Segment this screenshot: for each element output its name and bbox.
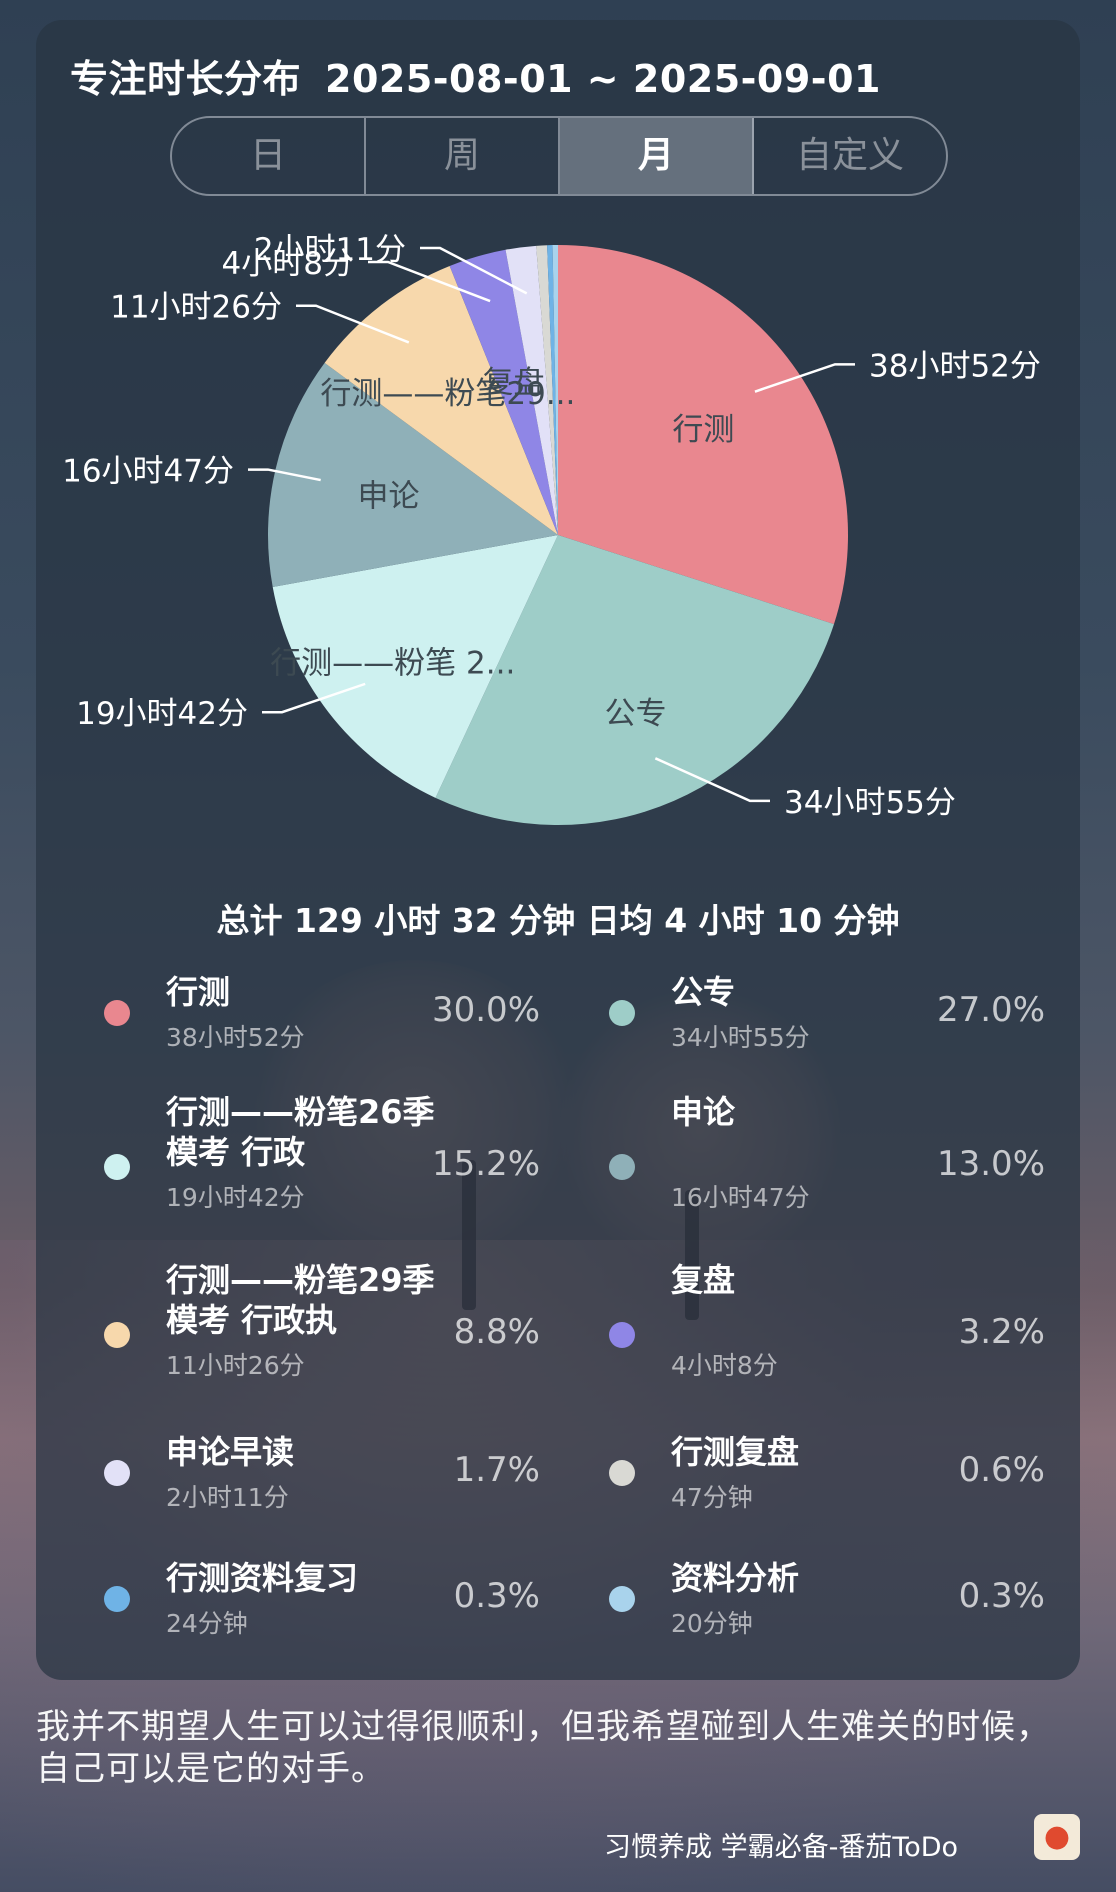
- legend-color-dot: [104, 1586, 130, 1612]
- legend-percent: 0.3%: [453, 1576, 540, 1616]
- footer-text: 习惯养成 学霸必备-番茄ToDo: [604, 1832, 959, 1863]
- legend-name: 申论早读: [166, 1433, 295, 1471]
- legend-name: 行测复盘: [671, 1433, 800, 1471]
- legend-name: 资料分析: [671, 1559, 800, 1597]
- legend-duration: 16小时47分: [671, 1183, 810, 1212]
- pie-chart: 行测公专行测——粉笔 2...申论行测——粉笔29...复盘 38小时52分34小…: [62, 232, 1041, 825]
- legend-percent: 1.7%: [453, 1450, 540, 1490]
- legend-name: 行测: [166, 973, 231, 1011]
- legend-item[interactable]: 行测复盘 47分钟 0.6%: [609, 1432, 1045, 1552]
- legend-duration: 19小时42分: [166, 1183, 305, 1212]
- legend-duration: 47分钟: [671, 1483, 753, 1512]
- legend-percent: 30.0%: [431, 990, 540, 1030]
- callout-label-2: 19小时42分: [76, 696, 248, 732]
- legend-duration: 4小时8分: [671, 1351, 778, 1380]
- legend-duration: 24分钟: [166, 1609, 248, 1638]
- legend-name: 行测资料复习: [166, 1559, 359, 1597]
- legend-color-dot: [609, 1322, 635, 1348]
- pie-slice-label-0: 行测: [672, 412, 734, 448]
- legend-color-dot: [609, 1460, 635, 1486]
- pie-slice-label-1: 公专: [605, 696, 667, 732]
- legend-name: 复盘: [671, 1261, 736, 1299]
- legend-percent: 15.2%: [431, 1144, 540, 1184]
- legend-duration: 38小时52分: [166, 1023, 305, 1052]
- legend-item[interactable]: 资料分析 20分钟 0.3%: [609, 1558, 1045, 1678]
- legend-item[interactable]: 复盘 4小时8分 3.2%: [609, 1261, 1045, 1388]
- legend-duration: 20分钟: [671, 1609, 753, 1638]
- pie-slice-label-3: 申论: [357, 479, 419, 515]
- pie-slice-label-5: 复盘: [483, 365, 545, 401]
- legend-percent: 13.0%: [936, 1144, 1045, 1184]
- callout-label-3: 16小时47分: [62, 454, 234, 490]
- legend-duration: 34小时55分: [671, 1023, 810, 1052]
- legend-percent: 3.2%: [958, 1312, 1045, 1352]
- legend-name: 行测——粉笔26季模考 行政: [166, 1093, 435, 1171]
- legend-item[interactable]: 行测——粉笔26季模考 行政 19小时42分 15.2%: [104, 1093, 540, 1220]
- legend-duration: 11小时26分: [166, 1351, 305, 1380]
- legend-percent: 27.0%: [936, 990, 1045, 1030]
- legend-name: 申论: [671, 1093, 736, 1131]
- summary-total: 总计 129 小时 32 分钟 日均 4 小时 10 分钟: [216, 901, 900, 940]
- legend-item[interactable]: 行测——粉笔29季模考 行政执 11小时26分 8.8%: [104, 1261, 540, 1388]
- legend-color-dot: [609, 1154, 635, 1180]
- legend-color-dot: [104, 1322, 130, 1348]
- legend-percent: 0.3%: [958, 1576, 1045, 1616]
- legend-item[interactable]: 公专 34小时55分 27.0%: [609, 972, 1045, 1092]
- legend-item[interactable]: 行测资料复习 24分钟 0.3%: [104, 1558, 540, 1678]
- legend-percent: 8.8%: [453, 1312, 540, 1352]
- quote-text: 我并不期望人生可以过得很顺利，但我希望碰到人生难关的时候，自己可以是它的对手。: [36, 1707, 1051, 1789]
- legend-duration: 2小时11分: [166, 1483, 289, 1512]
- legend-color-dot: [609, 1586, 635, 1612]
- legend-item[interactable]: 申论早读 2小时11分 1.7%: [104, 1432, 540, 1552]
- legend-name: 行测——粉笔29季模考 行政执: [166, 1261, 435, 1339]
- legend-name: 公专: [671, 973, 736, 1011]
- pie-slice-label-2: 行测——粉笔 2...: [270, 646, 515, 682]
- legend-color-dot: [609, 1000, 635, 1026]
- legend-item[interactable]: 行测 38小时52分 30.0%: [104, 972, 540, 1092]
- callout-label-6: 2小时11分: [254, 232, 406, 268]
- callout-label-1: 34小时55分: [784, 785, 956, 821]
- legend-item[interactable]: 申论 16小时47分 13.0%: [609, 1093, 1045, 1220]
- legend-color-dot: [104, 1154, 130, 1180]
- legend-color-dot: [104, 1460, 130, 1486]
- legend-color-dot: [104, 1000, 130, 1026]
- callout-label-4: 11小时26分: [110, 290, 282, 326]
- tomato-icon[interactable]: ●: [1034, 1814, 1080, 1860]
- callout-label-0: 38小时52分: [869, 348, 1041, 384]
- legend-percent: 0.6%: [958, 1450, 1045, 1490]
